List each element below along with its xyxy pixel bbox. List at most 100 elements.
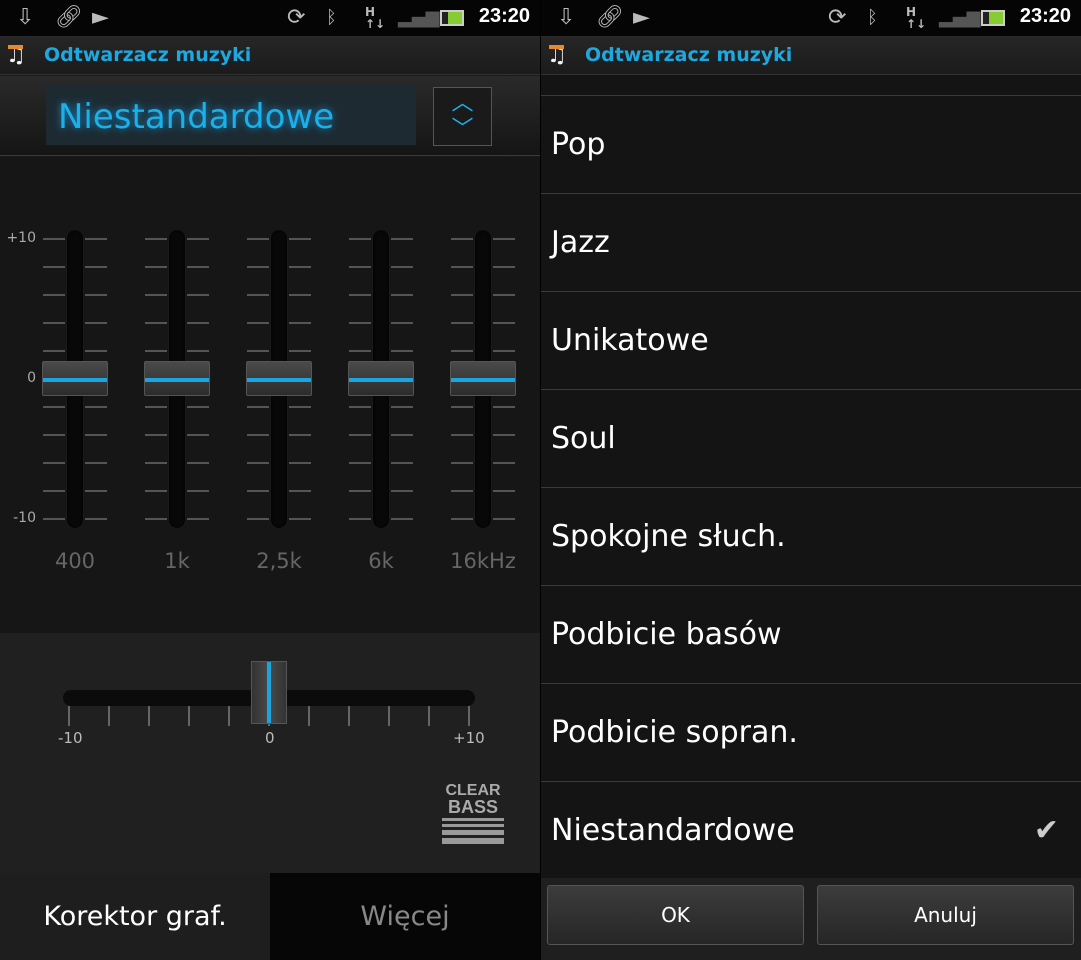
eq-tick: [349, 266, 371, 268]
eq-tick: [145, 490, 167, 492]
eq-tick: [85, 294, 107, 296]
eq-tick: [289, 238, 311, 240]
preset-list: Pop Jazz Unikatowe Soul Spokojne słuch. Podbi…: [541, 95, 1081, 880]
music-note-icon: ♫: [547, 43, 567, 68]
bluetooth-icon: ᛒ: [326, 7, 337, 28]
clear-bass-mid-label: 0: [265, 729, 275, 747]
eq-tick: [247, 322, 269, 324]
eq-tick: [187, 294, 209, 296]
eq-tick: [43, 462, 65, 464]
preset-item-label: Soul: [551, 421, 616, 456]
sync-icon: ⟳: [828, 5, 847, 30]
clear-bass-tick: [108, 706, 110, 726]
app-title-bar: ♫ Odtwarzacz muzyki: [0, 37, 540, 75]
eq-tick: [493, 350, 515, 352]
eq-tick: [187, 238, 209, 240]
preset-item[interactable]: Spokojne słuch.: [541, 488, 1081, 586]
eq-tick: [85, 350, 107, 352]
eq-tick: [247, 238, 269, 240]
preset-item[interactable]: Podbicie basów: [541, 586, 1081, 684]
eq-tick: [145, 518, 167, 520]
play-icon: ►: [92, 5, 109, 30]
eq-tick: [391, 406, 413, 408]
chevron-up-icon: ︿: [451, 91, 474, 116]
eq-tick: [493, 322, 515, 324]
eq-tick: [289, 266, 311, 268]
clock: 23:20: [478, 5, 530, 27]
tab-more[interactable]: Więcej: [270, 873, 540, 960]
eq-tick: [349, 462, 371, 464]
eq-tick: [247, 518, 269, 520]
eq-tick: [43, 266, 65, 268]
eq-tick: [187, 434, 209, 436]
preset-item[interactable]: Niestandardowe ✔: [541, 782, 1081, 880]
eq-tick: [85, 462, 107, 464]
eq-tick: [451, 238, 473, 240]
preset-item-label: Podbicie sopran.: [551, 715, 798, 750]
eq-tick: [493, 518, 515, 520]
eq-tick: [493, 266, 515, 268]
eq-tick: [289, 462, 311, 464]
equalizer-screen: ⇩ 🔗︎ ► ⟳ ᛒ H ↑↓ ▂▄▆ 23:20 ♫ Odtwarzacz mu…: [0, 0, 540, 960]
eq-slider-handle[interactable]: [246, 361, 312, 396]
preset-item[interactable]: Soul: [541, 390, 1081, 488]
clear-bass-handle[interactable]: [251, 661, 287, 724]
link-icon: 🔗︎: [55, 5, 83, 30]
scale-min-label: -10: [13, 510, 36, 526]
clear-bass-tick: [148, 706, 150, 726]
clear-bass-tick: [348, 706, 350, 726]
app-title-bar: ♫ Odtwarzacz muzyki: [541, 37, 1081, 75]
eq-tick: [145, 350, 167, 352]
eq-tick: [247, 266, 269, 268]
clear-bass-logo: CLEAR BASS: [442, 783, 504, 844]
eq-tick: [391, 294, 413, 296]
clear-bass-tick: [188, 706, 190, 726]
eq-tick: [289, 518, 311, 520]
link-icon: 🔗︎: [596, 5, 624, 30]
eq-tick: [391, 434, 413, 436]
eq-tick: [289, 322, 311, 324]
eq-slider-handle[interactable]: [348, 361, 414, 396]
preset-dialog-screen: ⇩ 🔗︎ ► ⟳ ᛒ H ↑↓ ▂▄▆ 23:20 ♫ Odtwarzacz mu…: [540, 0, 1081, 960]
tab-graphic-equalizer[interactable]: Korektor graf.: [0, 873, 270, 960]
preset-item[interactable]: Jazz: [541, 194, 1081, 292]
preset-item[interactable]: Pop: [541, 96, 1081, 194]
eq-slider-handle[interactable]: [42, 361, 108, 396]
eq-tick: [145, 294, 167, 296]
eq-tick: [493, 490, 515, 492]
ok-button[interactable]: OK: [547, 885, 804, 945]
eq-frequency-label: 16kHz: [450, 549, 516, 573]
eq-tick: [85, 490, 107, 492]
eq-slider-handle[interactable]: [144, 361, 210, 396]
eq-frequency-label: 400: [54, 549, 96, 573]
eq-tick: [289, 434, 311, 436]
eq-tick: [493, 294, 515, 296]
scale-max-label: +10: [6, 230, 36, 246]
eq-tick: [145, 434, 167, 436]
clear-bass-tick: [388, 706, 390, 726]
eq-tick: [43, 322, 65, 324]
eq-tick: [493, 406, 515, 408]
hspa-data-icon: H ↑↓: [906, 5, 927, 31]
eq-tick: [493, 462, 515, 464]
eq-tick: [349, 518, 371, 520]
eq-tick: [187, 518, 209, 520]
clear-bass-tick: [68, 706, 70, 726]
preset-bar: Niestandardowe ︿ ﹀: [0, 76, 540, 156]
preset-item[interactable]: Podbicie sopran.: [541, 684, 1081, 782]
eq-tick: [391, 462, 413, 464]
dialog-buttons: OK Anuluj: [541, 878, 1081, 960]
preset-spinner-button[interactable]: ︿ ﹀: [433, 87, 492, 146]
eq-tick: [187, 406, 209, 408]
eq-tick: [451, 518, 473, 520]
eq-slider-handle[interactable]: [450, 361, 516, 396]
eq-tick: [187, 490, 209, 492]
preset-name[interactable]: Niestandardowe: [46, 85, 416, 145]
eq-tick: [187, 266, 209, 268]
preset-item-label: Podbicie basów: [551, 617, 782, 652]
eq-tick: [349, 434, 371, 436]
eq-tick: [289, 294, 311, 296]
preset-item[interactable]: Unikatowe: [541, 292, 1081, 390]
cancel-button[interactable]: Anuluj: [817, 885, 1074, 945]
eq-tick: [349, 294, 371, 296]
